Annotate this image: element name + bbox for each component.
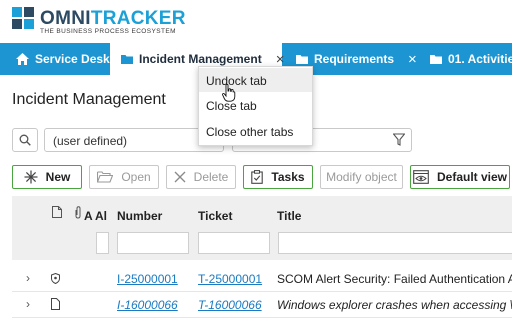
filter-input-a[interactable] bbox=[96, 232, 109, 254]
document-icon bbox=[52, 206, 62, 218]
tab-requirements[interactable]: Requirements × bbox=[296, 43, 417, 75]
incident-number-link[interactable]: I-25000001 bbox=[117, 272, 178, 286]
folder-icon bbox=[430, 55, 442, 64]
search-button[interactable] bbox=[12, 128, 38, 152]
folder-icon bbox=[121, 55, 133, 64]
menu-item-close-other-tabs[interactable]: Close other tabs bbox=[199, 119, 312, 143]
ticket-link[interactable]: T-16000066 bbox=[198, 298, 262, 312]
omnitracker-logo: OMNITRACKER THE BUSINESS PROCESS ECOSYST… bbox=[12, 6, 186, 36]
view-eye-icon bbox=[413, 170, 429, 184]
filter-funnel-icon[interactable] bbox=[393, 133, 405, 147]
view-filter-select[interactable]: (user defined) bbox=[44, 128, 224, 152]
tab-label: Incident Management bbox=[139, 52, 262, 66]
close-tab-icon[interactable]: × bbox=[276, 52, 285, 67]
open-folder-icon bbox=[97, 171, 114, 183]
tasks-button-label: Tasks bbox=[271, 170, 305, 184]
tasks-clipboard-icon bbox=[251, 170, 264, 184]
column-header-a[interactable]: A bbox=[84, 209, 93, 223]
incident-title: SCOM Alert Security: Failed Authenticati… bbox=[277, 272, 512, 286]
filter-input-title[interactable] bbox=[278, 232, 512, 254]
attachment-icon bbox=[75, 206, 81, 219]
delete-button-label: Delete bbox=[193, 170, 229, 184]
open-button-label: Open bbox=[121, 170, 151, 184]
open-button[interactable]: Open bbox=[89, 165, 159, 189]
modify-object-button[interactable]: Modify object bbox=[320, 165, 403, 189]
logo-title-omni: OMNI bbox=[40, 8, 91, 29]
document-icon bbox=[51, 298, 60, 310]
shield-icon bbox=[51, 273, 60, 284]
logo-title: OMNITRACKER bbox=[40, 8, 186, 30]
tasks-button[interactable]: Tasks bbox=[243, 165, 313, 189]
tab-label: Requirements bbox=[314, 52, 395, 66]
incident-title: Windows explorer crashes when accessing … bbox=[277, 298, 512, 312]
tab-service-desk[interactable]: Service Desk bbox=[16, 43, 110, 75]
logo-subtitle: THE BUSINESS PROCESS ECOSYSTEM bbox=[40, 28, 176, 35]
filter-input-ticket[interactable] bbox=[198, 232, 270, 254]
hand-cursor-icon bbox=[222, 84, 236, 102]
menu-item-undock-tab[interactable]: Undock tab bbox=[199, 68, 312, 92]
table-row[interactable]: › I-16000066 T-16000066 Windows explorer… bbox=[12, 292, 512, 318]
column-header-al[interactable]: Al bbox=[95, 209, 107, 223]
table-row[interactable]: › I-25000001 T-25000001 SCOM Alert Secur… bbox=[12, 266, 512, 292]
default-view-button[interactable]: Default view bbox=[410, 165, 510, 189]
search-icon bbox=[19, 134, 31, 146]
column-header-number[interactable]: Number bbox=[117, 209, 162, 223]
delete-x-icon bbox=[174, 171, 186, 183]
tab-context-menu: Undock tab Close tab Close other tabs bbox=[198, 66, 313, 146]
column-header-title[interactable]: Title bbox=[277, 209, 301, 223]
tab-label: 01. Activities bbox=[448, 52, 512, 66]
default-view-label: Default view bbox=[436, 170, 508, 184]
delete-button[interactable]: Delete bbox=[166, 165, 236, 189]
logo-mark-icon bbox=[12, 7, 34, 29]
home-icon bbox=[16, 53, 29, 65]
filter-input-number[interactable] bbox=[117, 232, 189, 254]
new-button[interactable]: New bbox=[12, 165, 82, 189]
expand-chevron-icon[interactable]: › bbox=[26, 271, 30, 285]
new-button-label: New bbox=[45, 170, 71, 184]
grid-header: A Al Number Ticket Title bbox=[12, 196, 512, 260]
close-tab-icon[interactable]: × bbox=[408, 52, 417, 67]
new-star-icon bbox=[24, 170, 38, 184]
modify-object-label: Modify object bbox=[326, 170, 397, 184]
ticket-link[interactable]: T-25000001 bbox=[198, 272, 262, 286]
logo-title-tracker: TRACKER bbox=[90, 8, 186, 29]
menu-item-close-tab[interactable]: Close tab bbox=[199, 93, 312, 117]
expand-chevron-icon[interactable]: › bbox=[26, 297, 30, 311]
incident-number-link[interactable]: I-16000066 bbox=[117, 298, 178, 312]
tab-activities[interactable]: 01. Activities bbox=[430, 43, 512, 75]
page-title: Incident Management bbox=[12, 91, 166, 108]
column-header-ticket[interactable]: Ticket bbox=[198, 209, 232, 223]
folder-icon bbox=[296, 55, 308, 64]
tab-label: Service Desk bbox=[35, 52, 110, 66]
